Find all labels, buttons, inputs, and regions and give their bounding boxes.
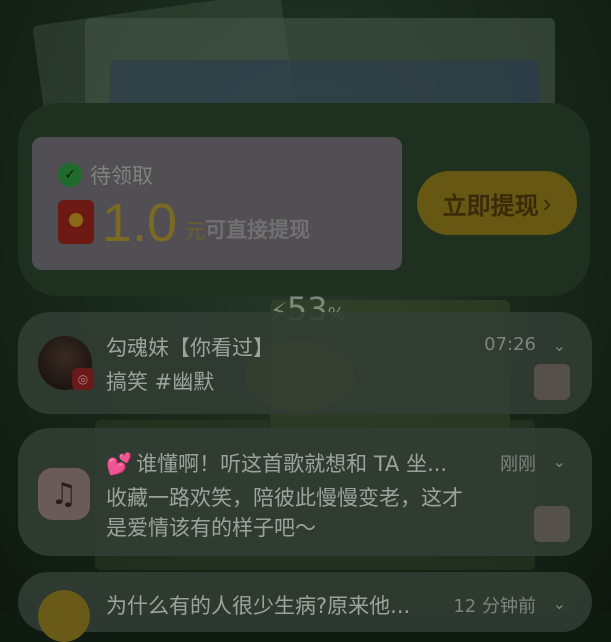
notification-card[interactable]: ◎ 勾魂妹【你看过】 搞笑 #幽默 07:26 ⌄ bbox=[18, 312, 592, 414]
notification-title: 为什么有的人很少生病?原来他... bbox=[106, 594, 411, 618]
heart-icon: 💕 bbox=[106, 452, 133, 476]
notification-time: 12 分钟前 bbox=[453, 596, 536, 617]
app-badge-icon: ◎ bbox=[72, 368, 94, 390]
notification-title-text: 谁懂啊！听这首歌就想和 TA 坐... bbox=[136, 452, 448, 476]
withdraw-now-button[interactable]: 立即提现 › bbox=[417, 171, 577, 235]
notification-time: 刚刚 bbox=[500, 454, 536, 475]
pending-label: 待领取 bbox=[90, 164, 153, 188]
notification-body-line1: 收藏一路欢笑，陪彼此慢慢变老，这才 bbox=[106, 486, 463, 510]
app-icon bbox=[38, 590, 90, 642]
withdraw-button-label: 立即提现 bbox=[442, 192, 539, 220]
chevron-down-icon[interactable]: ⌄ bbox=[553, 336, 566, 355]
notification-card[interactable]: 为什么有的人很少生病?原来他... 12 分钟前 ⌄ bbox=[18, 572, 592, 642]
amount-row: 1.0 元 可直接提现 bbox=[58, 196, 310, 250]
chevron-down-icon[interactable]: ⌄ bbox=[553, 452, 566, 471]
music-app-icon: ♫ bbox=[38, 468, 90, 520]
pending-row: ✓ 待领取 bbox=[58, 160, 153, 190]
reward-unit: 元 bbox=[185, 219, 206, 243]
notification-title: 💕 谁懂啊！听这首歌就想和 TA 坐... bbox=[106, 448, 447, 478]
check-circle-icon: ✓ bbox=[58, 163, 82, 187]
reward-description: 可直接提现 bbox=[205, 218, 311, 242]
notification-body: 搞笑 #幽默 bbox=[106, 370, 215, 394]
red-packet-icon bbox=[58, 200, 94, 244]
notification-body-line2: 是爱情该有的样子吧～ bbox=[106, 516, 316, 540]
chevron-down-icon[interactable]: ⌄ bbox=[553, 594, 566, 613]
notification-card[interactable]: ♫ 💕 谁懂啊！听这首歌就想和 TA 坐... 收藏一路欢笑，陪彼此慢慢变老，这才… bbox=[18, 428, 592, 556]
notification-time: 07:26 bbox=[484, 334, 536, 355]
thumbnail bbox=[534, 506, 570, 542]
notification-title: 勾魂妹【你看过】 bbox=[106, 336, 274, 360]
reward-amount: 1.0 bbox=[102, 193, 178, 253]
chevron-right-icon: › bbox=[542, 187, 552, 218]
thumbnail bbox=[534, 364, 570, 400]
